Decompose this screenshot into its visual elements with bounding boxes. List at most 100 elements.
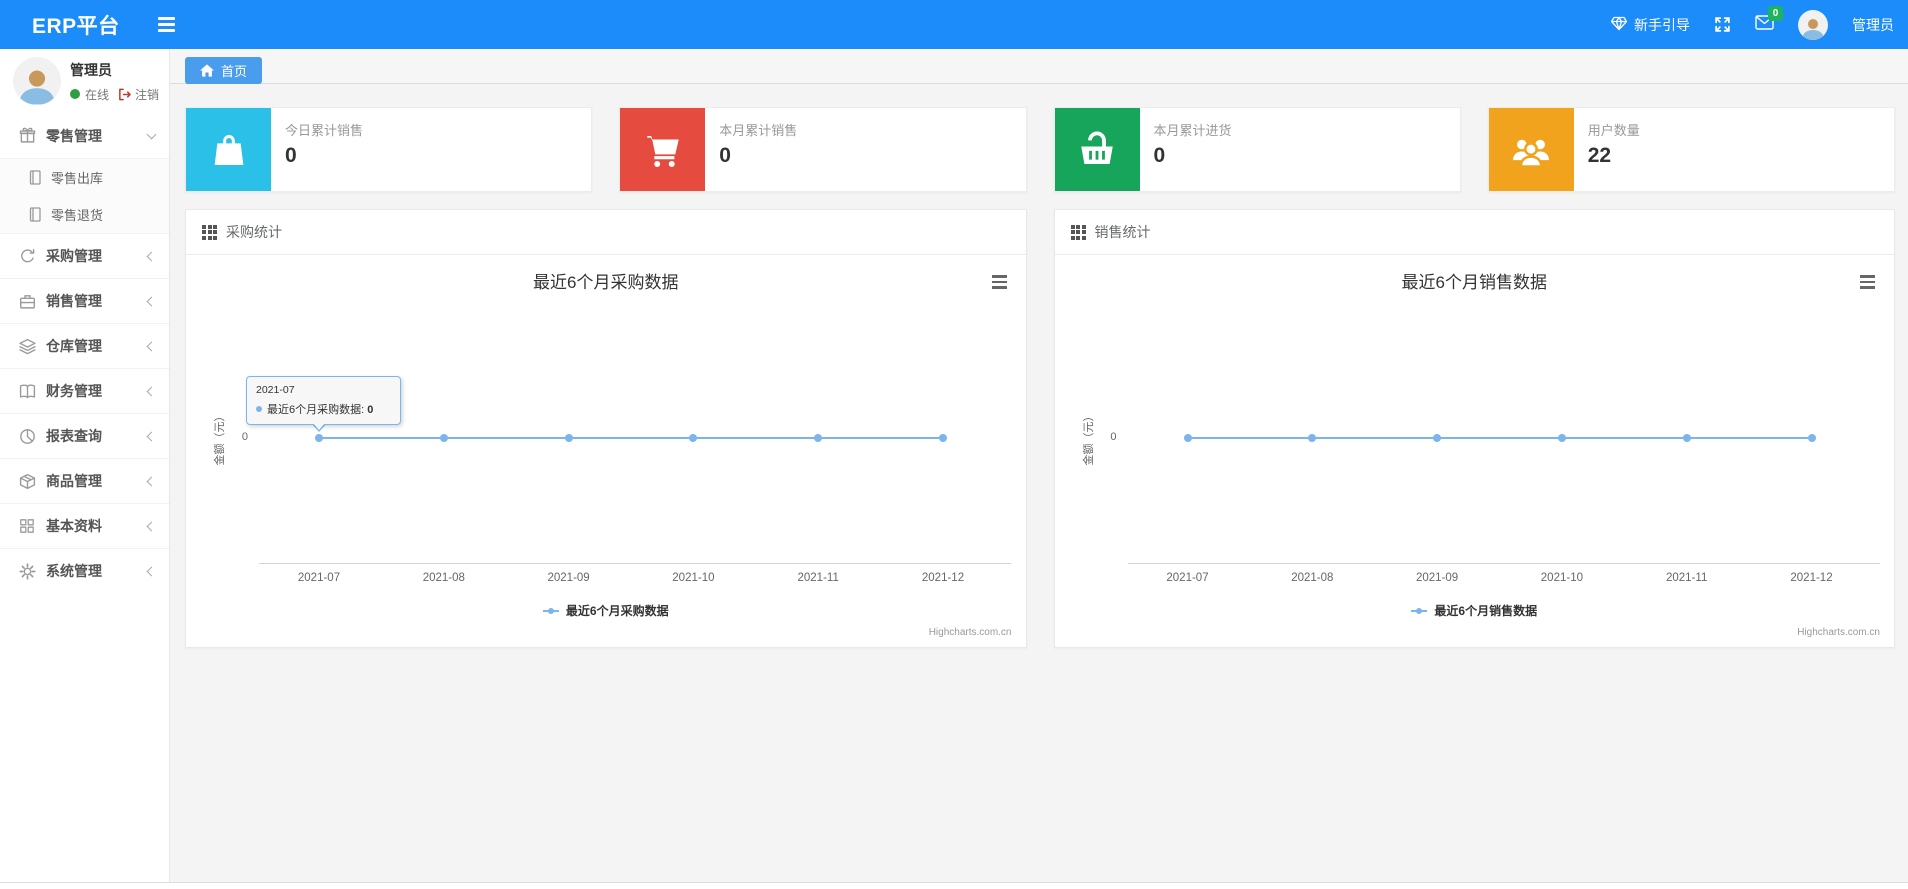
sidebar-item-system[interactable]: 系统管理 xyxy=(0,548,169,593)
highcharts-credit[interactable]: Highcharts.com.cn xyxy=(929,627,1012,638)
stat-value: 0 xyxy=(285,144,297,167)
data-point[interactable] xyxy=(1807,434,1816,442)
stat-card-today-sales: 今日累计销售 0 xyxy=(185,107,593,192)
gear-icon xyxy=(18,562,36,580)
tooltip-series-label: 最近6个月采购数据 xyxy=(267,404,362,416)
sidebar-item-retail-return[interactable]: 零售退货 xyxy=(0,196,169,233)
sidebar-item-sales[interactable]: 销售管理 xyxy=(0,278,169,323)
data-point[interactable] xyxy=(439,434,448,442)
sidebar-item-retail-outbound[interactable]: 零售出库 xyxy=(0,159,169,196)
footer-bar xyxy=(0,882,1908,889)
chevron-left-icon xyxy=(146,251,157,261)
data-point[interactable] xyxy=(1433,434,1442,442)
navbar-avatar[interactable] xyxy=(1798,9,1828,40)
sidebar-item-procurement[interactable]: 采购管理 xyxy=(0,233,169,278)
highcharts-credit[interactable]: Highcharts.com.cn xyxy=(1797,627,1880,638)
legend-label: 最近6个月采购数据 xyxy=(565,604,669,618)
sidebar-item-warehouse[interactable]: 仓库管理 xyxy=(0,323,169,368)
x-axis-label: 2021-12 xyxy=(921,572,965,584)
main-content: 今日累计销售 0 本月累计销售 0 本月累计进货 0 用户数量 22 采购统计 … xyxy=(170,85,1908,882)
stat-value: 0 xyxy=(719,144,731,167)
data-point[interactable] xyxy=(1183,434,1192,442)
online-status-icon xyxy=(70,89,80,99)
x-axis-label: 2021-07 xyxy=(1166,572,1209,584)
newbie-guide-label: 新手引导 xyxy=(1634,16,1690,33)
data-point[interactable] xyxy=(1557,434,1566,442)
chart-title: 最近6个月采购数据 xyxy=(533,273,679,292)
app-logo: ERP平台 xyxy=(32,14,120,38)
x-axis-label: 2021-09 xyxy=(1415,572,1459,584)
grid-icon xyxy=(18,517,36,535)
legend-item[interactable]: 最近6个月采购数据 xyxy=(186,602,1026,619)
data-point[interactable] xyxy=(939,434,947,442)
x-axis-label: 2021-12 xyxy=(1790,572,1833,584)
series-line xyxy=(319,437,943,439)
x-axis-label: 2021-11 xyxy=(1666,572,1708,584)
sidebar-username: 管理员 xyxy=(70,61,112,78)
logout-button[interactable]: 注销 xyxy=(118,86,159,103)
data-point[interactable] xyxy=(689,434,698,442)
chevron-down-icon xyxy=(146,129,157,139)
layers-icon xyxy=(18,337,36,355)
data-point[interactable] xyxy=(315,434,323,442)
retail-submenu: 零售出库 零售退货 xyxy=(0,158,169,233)
x-axis-label: 2021-10 xyxy=(672,572,715,584)
sidebar-item-label: 基本资料 xyxy=(46,518,102,534)
briefcase-icon xyxy=(18,292,36,310)
stat-label: 本月累计进货 xyxy=(1153,123,1232,138)
data-point[interactable] xyxy=(814,434,823,442)
chevron-left-icon xyxy=(146,341,157,351)
sidebar-item-reports[interactable]: 报表查询 xyxy=(0,413,169,458)
data-point[interactable] xyxy=(1682,434,1691,442)
tab-home[interactable]: 首页 xyxy=(185,57,263,84)
th-grid-icon xyxy=(202,224,217,240)
x-axis-line xyxy=(259,563,1011,564)
newbie-guide-button[interactable]: 新手引导 xyxy=(1610,15,1690,35)
chevron-left-icon xyxy=(146,521,157,531)
sidebar-item-label: 系统管理 xyxy=(46,563,102,579)
tab-bar: 首页 xyxy=(170,49,1908,84)
chevron-left-icon xyxy=(146,476,157,486)
sidebar-avatar[interactable] xyxy=(13,57,61,105)
panel-sales-stats: 销售统计 最近6个月销售数据 金额（元） 0 最近6个月销售数据 Highcha… xyxy=(1053,209,1895,648)
package-icon xyxy=(18,472,36,490)
data-point[interactable] xyxy=(1308,434,1317,442)
navbar-username[interactable]: 管理员 xyxy=(1852,15,1894,35)
chart-title: 最近6个月销售数据 xyxy=(1401,273,1547,292)
chevron-left-icon xyxy=(146,296,157,306)
sidebar-item-finance[interactable]: 财务管理 xyxy=(0,368,169,413)
legend-item[interactable]: 最近6个月销售数据 xyxy=(1055,602,1895,619)
data-point[interactable] xyxy=(564,434,573,442)
stat-value: 22 xyxy=(1587,144,1612,167)
x-axis-label: 2021-08 xyxy=(1291,572,1334,584)
messages-button[interactable]: 0 xyxy=(1755,5,1783,35)
sidebar-item-label: 零售管理 xyxy=(46,127,102,144)
gem-icon xyxy=(1610,15,1628,34)
top-navbar: ERP平台 新手引导 0 管理员 xyxy=(0,0,1908,49)
pie-chart-icon xyxy=(18,427,36,445)
sidebar-item-retail[interactable]: 零售管理 xyxy=(0,113,169,158)
fullscreen-button[interactable] xyxy=(1714,16,1731,33)
sidebar-item-label: 财务管理 xyxy=(46,383,102,399)
panel-title: 销售统计 xyxy=(1094,224,1151,240)
chart-context-menu-icon[interactable] xyxy=(989,272,1010,292)
sidebar-item-products[interactable]: 商品管理 xyxy=(0,458,169,503)
purchase-chart: 最近6个月采购数据 金额（元） 0 最近6个月采购数据 Highcharts.c… xyxy=(186,255,1026,647)
tooltip-value: 0 xyxy=(367,404,374,416)
tooltip-header: 2021-07 xyxy=(256,384,295,396)
sign-out-icon xyxy=(119,88,131,100)
x-axis-label: 2021-08 xyxy=(422,572,465,584)
stat-card-month-purchase: 本月累计进货 0 xyxy=(1053,107,1461,192)
sidebar-user-block: 管理员 在线 注销 xyxy=(0,49,169,113)
chart-context-menu-icon[interactable] xyxy=(1857,272,1878,292)
sidebar-item-basic-data[interactable]: 基本资料 xyxy=(0,503,169,548)
stat-card-user-count: 用户数量 22 xyxy=(1487,107,1895,192)
sidebar-toggle-icon[interactable] xyxy=(157,17,175,32)
sidebar-item-label: 采购管理 xyxy=(46,248,102,264)
chart-tooltip: 2021-07 最近6个月采购数据: 0 xyxy=(246,376,401,425)
shopping-bag-icon xyxy=(186,108,271,191)
stat-value: 0 xyxy=(1153,144,1166,167)
panel-header: 销售统计 xyxy=(1054,210,1894,255)
ledger-icon xyxy=(18,382,36,400)
x-axis-label: 2021-10 xyxy=(1540,572,1583,584)
